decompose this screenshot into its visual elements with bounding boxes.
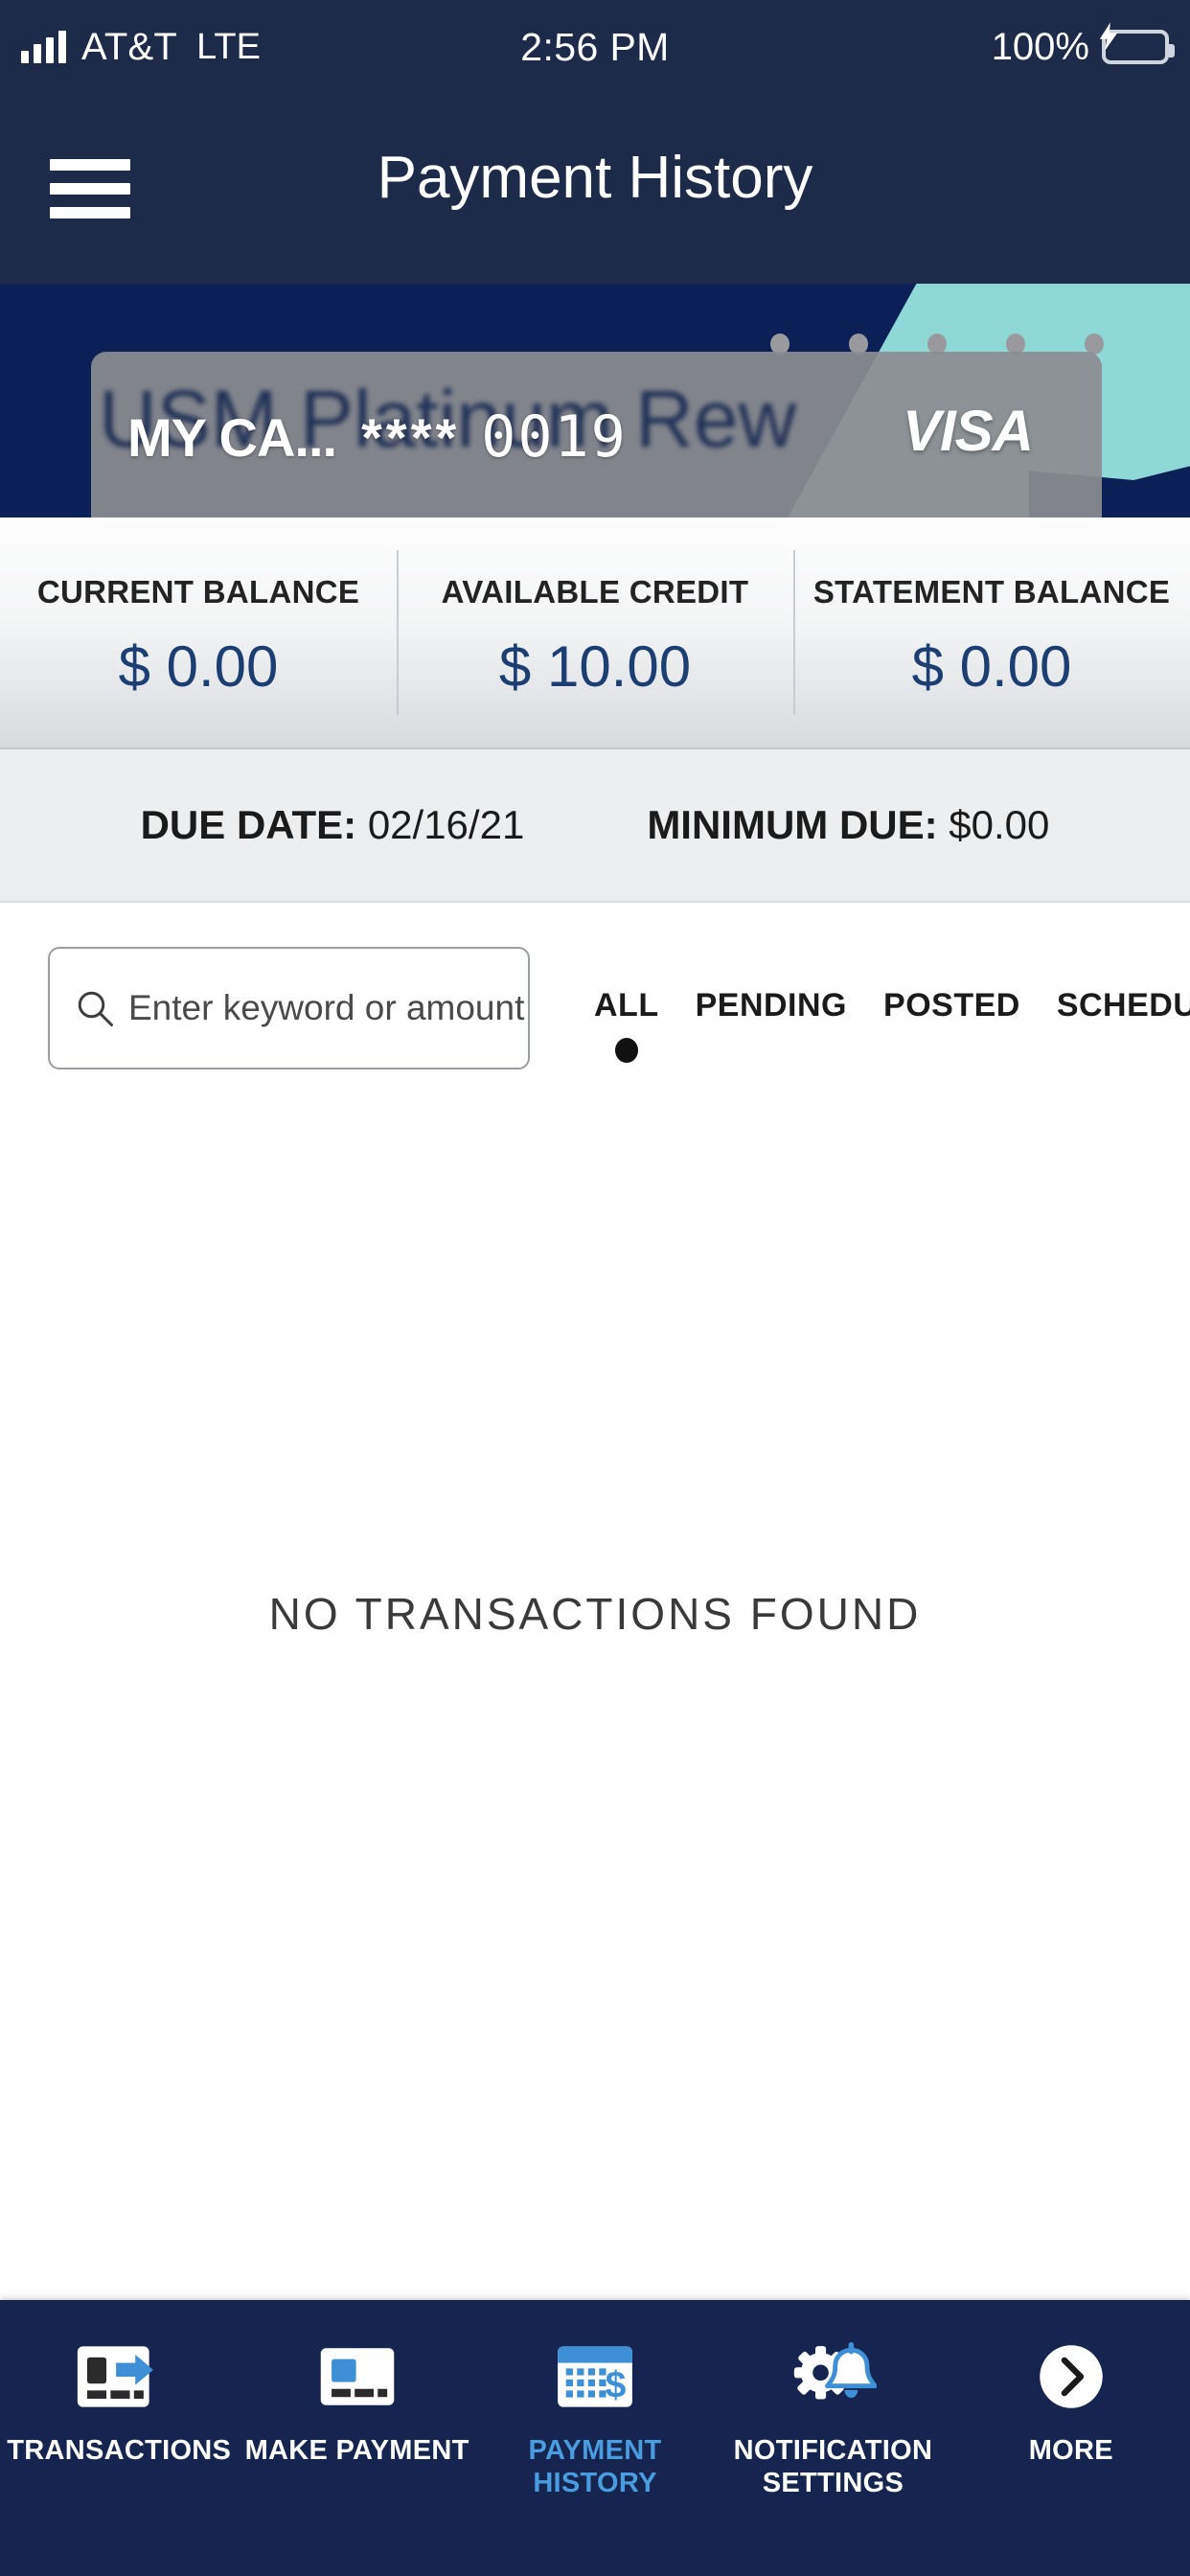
credit-card-tile[interactable]: USM Platinum Rew MY CA... **** 0019 VISA	[91, 352, 1102, 518]
balance-summary-row: CURRENT BALANCE $ 0.00 AVAILABLE CREDIT …	[0, 518, 1190, 748]
charging-bolt-icon	[1099, 22, 1118, 51]
balance-statement: STATEMENT BALANCE $ 0.00	[793, 518, 1190, 748]
status-bar: AT&T LTE 2:56 PM 100%	[0, 0, 1190, 94]
app-root: AT&T LTE 2:56 PM 100% Payment History US…	[0, 0, 1190, 2576]
nav-item-make-payment[interactable]: MAKE PAYMENT	[238, 2300, 475, 2467]
search-input[interactable]	[128, 988, 584, 1028]
nav-item-transactions[interactable]: TRANSACTIONS	[0, 2300, 238, 2467]
credit-card-icon	[311, 2340, 403, 2413]
empty-state-message: NO TRANSACTIONS FOUND	[268, 1589, 922, 1639]
filter-tab-posted[interactable]: POSTED	[883, 987, 1020, 1063]
balance-value: $ 10.00	[498, 633, 692, 699]
gear-bell-icon	[787, 2340, 879, 2413]
filter-label: PENDING	[695, 987, 848, 1024]
minimum-due: MINIMUM DUE: $0.00	[647, 802, 1049, 848]
svg-text:$: $	[606, 2365, 627, 2406]
search-and-filter-row: ALL PENDING POSTED SCHEDULED	[0, 901, 1190, 1092]
nav-label: MORE	[1028, 2435, 1113, 2466]
battery-percent-label: 100%	[991, 25, 1089, 68]
balance-available-credit: AVAILABLE CREDIT $ 10.00	[397, 518, 793, 748]
balance-label: AVAILABLE CREDIT	[441, 573, 749, 610]
transaction-list-area: NO TRANSACTIONS FOUND	[0, 1092, 1190, 2292]
nav-label: NOTIFICATION SETTINGS	[733, 2435, 933, 2499]
balance-current: CURRENT BALANCE $ 0.00	[0, 518, 397, 748]
nav-label: PAYMENT HISTORY	[528, 2435, 662, 2499]
filter-tab-scheduled[interactable]: SCHEDULED	[1057, 987, 1190, 1063]
card-arrow-icon	[73, 2340, 165, 2413]
nav-item-payment-history[interactable]: $ PAYMENT HISTORY	[476, 2300, 714, 2499]
page-title: Payment History	[377, 145, 813, 211]
filter-selected-indicator	[614, 1038, 638, 1063]
chevron-right-circle-icon	[1025, 2340, 1117, 2413]
status-bar-right: 100%	[991, 22, 1175, 69]
filter-tab-pending[interactable]: PENDING	[696, 987, 847, 1063]
due-info-row: DUE DATE: 02/16/21 MINIMUM DUE: $0.00	[0, 748, 1190, 901]
filter-label: SCHEDULED	[1056, 987, 1190, 1024]
search-icon	[78, 991, 113, 1026]
filter-label: POSTED	[883, 987, 1020, 1024]
minimum-due-label: MINIMUM DUE:	[647, 802, 938, 847]
nav-item-notification-settings[interactable]: NOTIFICATION SETTINGS	[714, 2300, 951, 2499]
visa-logo: VISA	[902, 399, 1034, 463]
filter-label: ALL	[594, 987, 659, 1024]
nav-label: MAKE PAYMENT	[244, 2435, 469, 2466]
balance-label: STATEMENT BALANCE	[812, 573, 1171, 610]
due-date: DUE DATE: 02/16/21	[141, 802, 525, 848]
nav-item-more[interactable]: MORE	[952, 2300, 1190, 2467]
nav-label: TRANSACTIONS	[7, 2435, 232, 2466]
balance-value: $ 0.00	[911, 633, 1072, 699]
transaction-filter-tabs: ALL PENDING POSTED SCHEDULED	[594, 987, 1190, 1063]
search-field-wrapper[interactable]	[48, 947, 584, 1070]
bottom-navigation-bar: TRANSACTIONS MAKE PAYMENT $ PAYMENT HIST…	[0, 2300, 1190, 2576]
card-mask: ****	[361, 406, 461, 468]
card-nickname: MY CA...	[127, 406, 337, 468]
balance-value: $ 0.00	[118, 633, 279, 699]
calendar-dollar-icon: $	[549, 2340, 641, 2413]
card-carousel-band: USM Platinum Rew MY CA... **** 0019 VISA	[0, 284, 1190, 518]
card-last-four: 0019	[481, 403, 628, 471]
app-header: Payment History	[0, 94, 1190, 284]
balance-label: CURRENT BALANCE	[36, 573, 360, 610]
minimum-due-value: $0.00	[949, 802, 1050, 847]
due-date-value: 02/16/21	[367, 802, 525, 847]
battery-charging-icon	[1099, 22, 1175, 64]
filter-tab-all[interactable]: ALL	[594, 987, 659, 1063]
due-date-label: DUE DATE:	[140, 802, 357, 847]
